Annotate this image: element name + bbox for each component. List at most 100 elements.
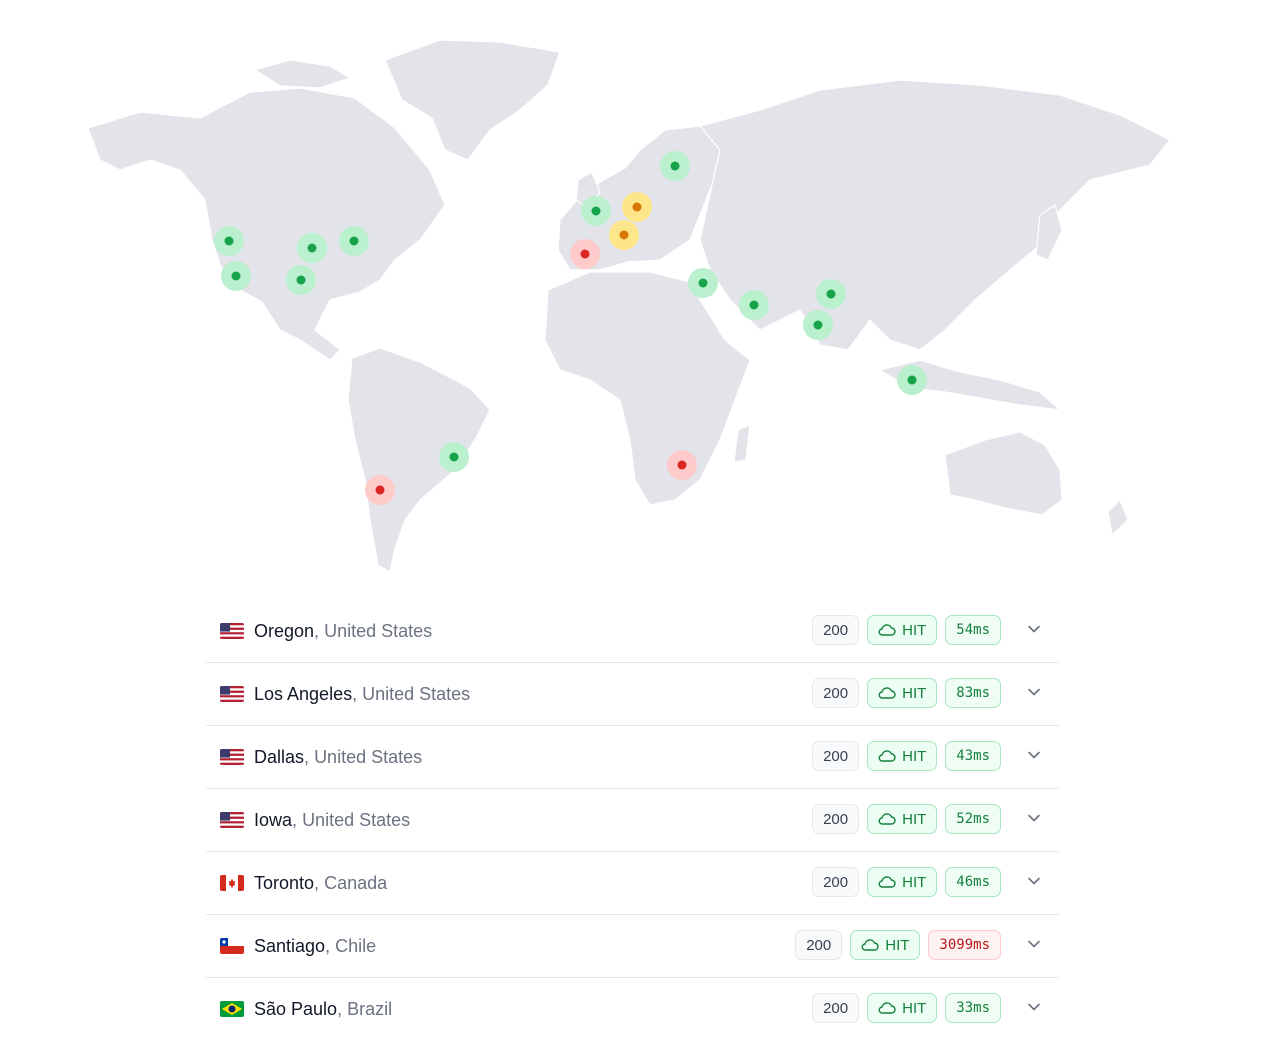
cache-status-badge: HIT [867, 993, 938, 1023]
result-row[interactable]: Los Angeles, United States 200 HIT 83ms [206, 663, 1059, 726]
marker-dot [749, 300, 759, 310]
result-badges: 200 HIT 3099ms [795, 930, 1001, 960]
madagascar [733, 424, 751, 463]
marker-oregon[interactable] [214, 226, 244, 256]
marker-dot [619, 230, 629, 240]
marker-mumbai[interactable] [803, 310, 833, 340]
marker-tel-aviv[interactable] [688, 268, 718, 298]
marker-paris-zurich[interactable] [609, 220, 639, 250]
marker-johannesburg[interactable] [667, 450, 697, 480]
chevron-down-icon[interactable] [1027, 874, 1041, 888]
result-row[interactable]: Iowa, United States 200 HIT 52ms [206, 789, 1059, 852]
cloud-icon [878, 876, 896, 888]
response-time-badge: 52ms [945, 804, 1001, 834]
result-row[interactable]: Santiago, Chile 200 HIT 3099ms [206, 915, 1059, 978]
cloud-icon [878, 687, 896, 699]
city-name: Toronto [254, 873, 315, 893]
city-name: Iowa [254, 810, 293, 830]
marker-iowa[interactable] [297, 233, 327, 263]
marker-stockholm[interactable] [660, 151, 690, 181]
south-america-landmass [347, 347, 491, 573]
marker-dot [591, 206, 601, 216]
marker-dallas[interactable] [286, 265, 316, 295]
result-badges: 200 HIT 43ms [812, 741, 1001, 771]
marker-dot [826, 289, 836, 299]
marker-dubai[interactable] [739, 290, 769, 320]
result-row[interactable]: Oregon, United States 200 HIT 54ms [206, 600, 1059, 663]
city-name: Oregon [254, 621, 315, 641]
city-name: São Paulo [254, 999, 338, 1019]
country-name: United States [324, 621, 433, 641]
cache-status-badge: HIT [867, 804, 938, 834]
marker-los-angeles[interactable] [221, 261, 251, 291]
chevron-down-icon[interactable] [1027, 811, 1041, 825]
chevron-down-icon[interactable] [1027, 1000, 1041, 1014]
result-badges: 200 HIT 83ms [812, 678, 1001, 708]
status-code-badge: 200 [812, 741, 860, 771]
result-badges: 200 HIT 46ms [812, 867, 1001, 897]
chevron-down-icon[interactable] [1027, 748, 1041, 762]
marker-santiago[interactable] [365, 475, 395, 505]
status-code-badge: 200 [795, 930, 843, 960]
chile-flag-icon [220, 938, 244, 954]
result-row[interactable]: Dallas, United States 200 HIT 43ms [206, 726, 1059, 789]
africa-landmass [544, 271, 751, 506]
result-row[interactable]: Toronto, Canada 200 HIT 46ms [206, 852, 1059, 915]
location-label: São Paulo, Brazil [254, 998, 392, 1020]
location-separator: , [325, 936, 331, 956]
response-time-badge: 33ms [945, 993, 1001, 1023]
chevron-down-icon[interactable] [1027, 685, 1041, 699]
country-name: United States [362, 684, 471, 704]
us-flag-icon [220, 686, 244, 702]
marker-dot [813, 320, 823, 330]
location-separator: , [314, 873, 320, 893]
marker-london[interactable] [581, 196, 611, 226]
location-label: Toronto, Canada [254, 872, 387, 894]
location-separator: , [292, 810, 298, 830]
cache-status-badge: HIT [867, 867, 938, 897]
cache-status-badge: HIT [867, 615, 938, 645]
marker-singapore[interactable] [897, 365, 927, 395]
result-badges: 200 HIT 52ms [812, 804, 1001, 834]
marker-dot [677, 460, 687, 470]
cache-status-label: HIT [902, 747, 927, 765]
location-separator: , [304, 747, 310, 767]
marker-dot [375, 485, 385, 495]
marker-dot [632, 202, 642, 212]
country-name: Canada [324, 873, 388, 893]
marker-sao-paulo[interactable] [439, 442, 469, 472]
cache-status-badge: HIT [867, 741, 938, 771]
city-name: Los Angeles [254, 684, 353, 704]
cache-status-label: HIT [902, 684, 927, 702]
chevron-down-icon[interactable] [1027, 622, 1041, 636]
marker-delhi[interactable] [816, 279, 846, 309]
greenland-landmass [384, 39, 561, 161]
country-name: Chile [335, 936, 377, 956]
cache-status-label: HIT [902, 810, 927, 828]
marker-madrid[interactable] [570, 239, 600, 269]
location-label: Iowa, United States [254, 809, 410, 831]
cache-status-label: HIT [885, 936, 910, 954]
location-separator: , [314, 621, 320, 641]
new-zealand [1107, 498, 1129, 537]
us-flag-icon [220, 812, 244, 828]
status-code-badge: 200 [812, 804, 860, 834]
cache-status-label: HIT [902, 999, 927, 1017]
marker-dot [698, 278, 708, 288]
marker-toronto[interactable] [339, 226, 369, 256]
result-badges: 200 HIT 33ms [812, 993, 1001, 1023]
chevron-down-icon[interactable] [1027, 937, 1041, 951]
arctic-islands [253, 59, 352, 89]
marker-dot [307, 243, 317, 253]
response-time-badge: 3099ms [928, 930, 1001, 960]
marker-frankfurt[interactable] [622, 192, 652, 222]
response-time-badge: 83ms [945, 678, 1001, 708]
status-code-badge: 200 [812, 678, 860, 708]
result-row[interactable]: São Paulo, Brazil 200 HIT 33ms [206, 978, 1059, 1040]
us-flag-icon [220, 623, 244, 639]
cache-status-badge: HIT [850, 930, 921, 960]
cloud-icon [878, 624, 896, 636]
location-label: Oregon, United States [254, 620, 432, 642]
cloud-icon [878, 813, 896, 825]
cache-status-label: HIT [902, 621, 927, 639]
